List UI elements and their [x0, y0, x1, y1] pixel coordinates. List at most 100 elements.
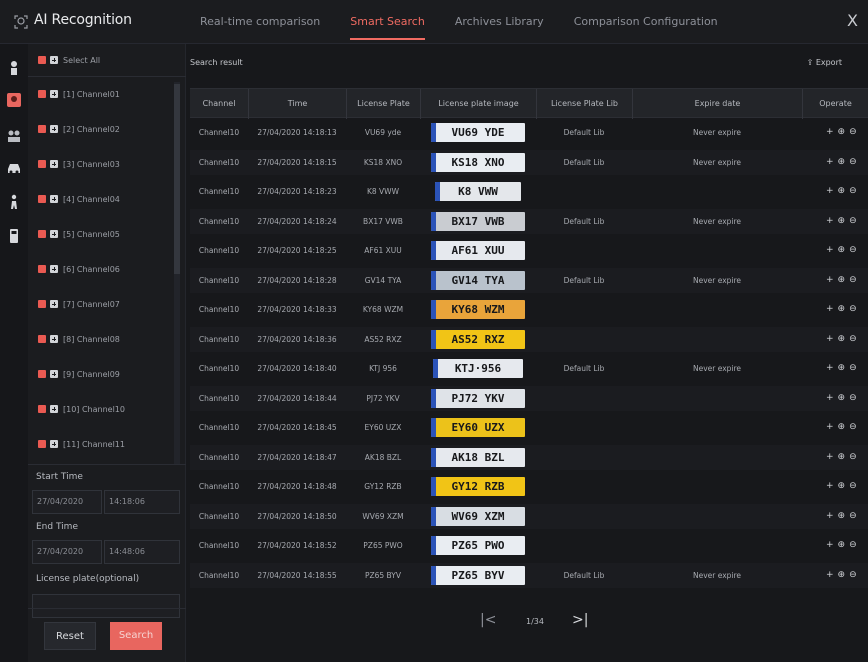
- add-to-library-icon[interactable]: ⊕: [838, 445, 846, 470]
- channel-item[interactable]: [8] Channel08: [38, 329, 120, 349]
- expand-icon[interactable]: [50, 90, 58, 98]
- end-time-field[interactable]: 14:48:06: [104, 540, 180, 564]
- add-to-library-icon[interactable]: ⊕: [838, 386, 846, 411]
- license-plate-image[interactable]: GY12 RZB: [431, 477, 525, 496]
- table-row[interactable]: Channel10 27/04/2020 14:18:36 AS52 RXZ AS52…: [190, 326, 868, 352]
- table-row[interactable]: Channel10 27/04/2020 14:18:55 PZ65 BYV Defa…: [190, 562, 868, 588]
- channel-item[interactable]: [9] Channel09: [38, 364, 120, 384]
- add-icon[interactable]: +: [826, 120, 834, 145]
- vehicle-icon[interactable]: [6, 160, 22, 176]
- add-to-library-icon[interactable]: ⊕: [838, 209, 846, 234]
- table-row[interactable]: Channel10 27/04/2020 14:18:48 GY12 RZB GY12…: [190, 474, 868, 499]
- add-to-library-icon[interactable]: ⊕: [838, 504, 846, 529]
- reset-button[interactable]: Reset: [44, 622, 96, 650]
- add-to-library-icon[interactable]: ⊕: [838, 415, 846, 440]
- channel-item[interactable]: [1] Channel01: [38, 84, 120, 104]
- tab-archives-library[interactable]: Archives Library: [455, 0, 544, 44]
- license-plate-image[interactable]: KS18 XNO: [431, 152, 525, 172]
- tab-realtime-comparison[interactable]: Real-time comparison: [200, 0, 320, 44]
- close-icon[interactable]: X: [847, 11, 858, 30]
- add-icon[interactable]: +: [826, 474, 834, 499]
- view-icon[interactable]: ⊖: [849, 415, 857, 440]
- expand-icon[interactable]: [50, 440, 58, 448]
- view-icon[interactable]: ⊖: [849, 563, 857, 588]
- end-date-field[interactable]: 27/04/2020: [32, 540, 102, 564]
- add-icon[interactable]: +: [826, 504, 834, 529]
- license-plate-image[interactable]: AK18 BZL: [431, 447, 525, 467]
- checkbox[interactable]: [38, 370, 46, 378]
- add-icon[interactable]: +: [826, 356, 834, 381]
- license-plate-image[interactable]: PJ72 YKV: [431, 388, 525, 408]
- add-to-library-icon[interactable]: ⊕: [838, 268, 846, 293]
- channel-item[interactable]: [10] Channel10: [38, 399, 125, 419]
- table-row[interactable]: Channel10 27/04/2020 14:18:47 AK18 BZL AK18…: [190, 444, 868, 470]
- add-to-library-icon[interactable]: ⊕: [838, 238, 846, 263]
- search-button[interactable]: Search: [110, 622, 162, 650]
- view-icon[interactable]: ⊖: [849, 179, 857, 204]
- expand-icon[interactable]: [50, 195, 58, 203]
- device-icon[interactable]: [6, 228, 22, 244]
- tab-comparison-configuration[interactable]: Comparison Configuration: [574, 0, 718, 44]
- add-to-library-icon[interactable]: ⊕: [838, 533, 846, 558]
- checkbox[interactable]: [38, 300, 46, 308]
- add-icon[interactable]: +: [826, 445, 834, 470]
- add-to-library-icon[interactable]: ⊕: [838, 563, 846, 588]
- view-icon[interactable]: ⊖: [849, 474, 857, 499]
- add-to-library-icon[interactable]: ⊕: [838, 327, 846, 352]
- add-icon[interactable]: +: [826, 150, 834, 175]
- channel-item[interactable]: [4] Channel04: [38, 189, 120, 209]
- table-row[interactable]: Channel10 27/04/2020 14:18:44 PJ72 YKV PJ72…: [190, 385, 868, 411]
- table-row[interactable]: Channel10 27/04/2020 14:18:25 AF61 XUU AF61…: [190, 238, 868, 263]
- table-row[interactable]: Channel10 27/04/2020 14:18:45 EY60 UZX EY60…: [190, 415, 868, 440]
- expand-icon[interactable]: [50, 160, 58, 168]
- license-plate-image[interactable]: PZ65 BYV: [431, 565, 525, 585]
- person-icon[interactable]: [6, 60, 22, 76]
- add-icon[interactable]: +: [826, 209, 834, 234]
- license-plate-image[interactable]: WV69 XZM: [431, 506, 525, 526]
- table-row[interactable]: Channel10 27/04/2020 14:18:13 VU69 yde Defa…: [190, 120, 868, 145]
- channel-item[interactable]: [3] Channel03: [38, 154, 120, 174]
- license-plate-image[interactable]: AS52 RXZ: [431, 329, 525, 349]
- select-all-row[interactable]: Select All: [38, 50, 100, 70]
- license-plate-image[interactable]: PZ65 PWO: [431, 536, 525, 555]
- add-icon[interactable]: +: [826, 563, 834, 588]
- table-row[interactable]: Channel10 27/04/2020 14:18:33 KY68 WZM KY68…: [190, 297, 868, 322]
- view-icon[interactable]: ⊖: [849, 327, 857, 352]
- view-icon[interactable]: ⊖: [849, 504, 857, 529]
- license-plate-image[interactable]: KY68 WZM: [431, 300, 525, 319]
- view-icon[interactable]: ⊖: [849, 386, 857, 411]
- expand-icon[interactable]: [50, 230, 58, 238]
- add-to-library-icon[interactable]: ⊕: [838, 150, 846, 175]
- add-to-library-icon[interactable]: ⊕: [838, 474, 846, 499]
- add-icon[interactable]: +: [826, 386, 834, 411]
- view-icon[interactable]: ⊖: [849, 533, 857, 558]
- view-icon[interactable]: ⊖: [849, 445, 857, 470]
- expand-icon[interactable]: [50, 370, 58, 378]
- checkbox[interactable]: [38, 195, 46, 203]
- first-page-button[interactable]: |<: [480, 612, 496, 628]
- add-to-library-icon[interactable]: ⊕: [838, 120, 846, 145]
- face-recognition-icon[interactable]: [6, 92, 22, 108]
- license-plate-image[interactable]: AF61 XUU: [431, 241, 525, 260]
- table-row[interactable]: Channel10 27/04/2020 14:18:52 PZ65 PWO PZ65…: [190, 533, 868, 558]
- view-icon[interactable]: ⊖: [849, 120, 857, 145]
- add-icon[interactable]: +: [826, 238, 834, 263]
- add-icon[interactable]: +: [826, 179, 834, 204]
- last-page-button[interactable]: >|: [572, 612, 588, 628]
- add-to-library-icon[interactable]: ⊕: [838, 179, 846, 204]
- license-plate-image[interactable]: K8 VWW: [435, 182, 521, 201]
- start-date-field[interactable]: 27/04/2020: [32, 490, 102, 514]
- view-icon[interactable]: ⊖: [849, 297, 857, 322]
- add-icon[interactable]: +: [826, 268, 834, 293]
- expand-icon[interactable]: [50, 405, 58, 413]
- table-row[interactable]: Channel10 27/04/2020 14:18:28 GV14 TYA Defa…: [190, 267, 868, 293]
- checkbox[interactable]: [38, 440, 46, 448]
- license-plate-image[interactable]: EY60 UZX: [431, 418, 525, 437]
- checkbox[interactable]: [38, 265, 46, 273]
- start-time-field[interactable]: 14:18:06: [104, 490, 180, 514]
- view-icon[interactable]: ⊖: [849, 268, 857, 293]
- table-row[interactable]: Channel10 27/04/2020 14:18:24 BX17 VWB Defa…: [190, 208, 868, 234]
- add-to-library-icon[interactable]: ⊕: [838, 356, 846, 381]
- add-icon[interactable]: +: [826, 533, 834, 558]
- channel-item[interactable]: [7] Channel07: [38, 294, 120, 314]
